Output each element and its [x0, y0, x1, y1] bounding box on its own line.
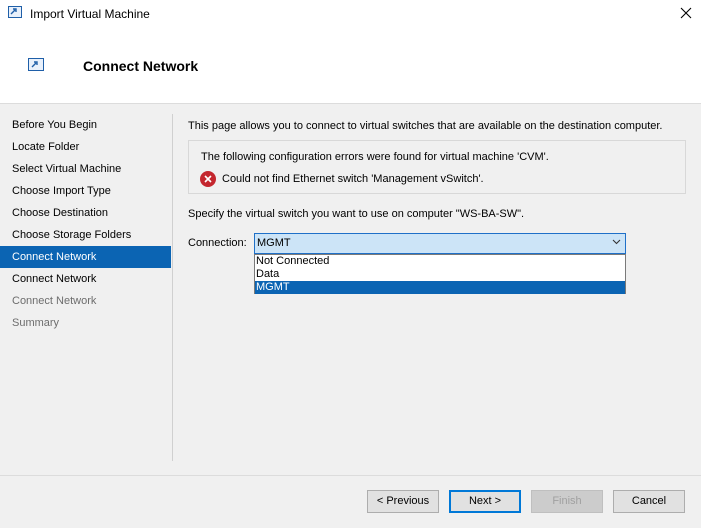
- wizard-footer: < Previous Next > Finish Cancel: [0, 475, 701, 528]
- import-vm-icon: [28, 58, 44, 71]
- nav-item-connect-network[interactable]: Connect Network: [0, 268, 171, 290]
- specify-switch-text: Specify the virtual switch you want to u…: [188, 208, 525, 220]
- nav-item-connect-network-disabled: Connect Network: [12, 295, 97, 307]
- error-message: The following configuration errors were …: [201, 151, 549, 163]
- nav-item-choose-destination[interactable]: Choose Destination: [0, 202, 171, 224]
- window-title: Import Virtual Machine: [30, 7, 150, 21]
- finish-button: Finish: [531, 490, 603, 513]
- title-bar: Import Virtual Machine: [0, 0, 701, 28]
- connection-select-value: MGMT: [257, 237, 291, 249]
- step-navigation: Before You Begin Locate Folder Select Vi…: [0, 114, 171, 334]
- chevron-down-icon: [612, 239, 621, 245]
- dropdown-option-not-connected[interactable]: Not Connected: [255, 255, 625, 268]
- wizard-header: Connect Network: [0, 28, 701, 104]
- divider: [172, 114, 173, 461]
- nav-item-summary: Summary: [12, 317, 60, 329]
- import-vm-icon: [8, 6, 22, 18]
- error-detail: Could not find Ethernet switch 'Manageme…: [222, 173, 484, 185]
- connection-select[interactable]: MGMT: [254, 233, 626, 254]
- dropdown-option-data[interactable]: Data: [255, 268, 625, 281]
- wizard-body: Before You Begin Locate Folder Select Vi…: [0, 104, 701, 475]
- connection-label: Connection:: [188, 237, 247, 249]
- connection-dropdown-list: Not Connected Data MGMT: [254, 254, 626, 294]
- page-title: Connect Network: [83, 58, 199, 74]
- nav-item-choose-import-type[interactable]: Choose Import Type: [0, 180, 171, 202]
- nav-item-before-you-begin[interactable]: Before You Begin: [0, 114, 171, 136]
- previous-button[interactable]: < Previous: [367, 490, 439, 513]
- nav-item-locate-folder[interactable]: Locate Folder: [0, 136, 171, 158]
- nav-item-select-virtual-machine[interactable]: Select Virtual Machine: [0, 158, 171, 180]
- error-box: The following configuration errors were …: [188, 140, 686, 194]
- error-icon: [200, 171, 216, 187]
- close-icon: [680, 7, 692, 19]
- next-button[interactable]: Next >: [449, 490, 521, 513]
- close-button[interactable]: [671, 0, 701, 28]
- dropdown-option-mgmt[interactable]: MGMT: [255, 281, 625, 294]
- page-description: This page allows you to connect to virtu…: [188, 120, 663, 132]
- cancel-button[interactable]: Cancel: [613, 490, 685, 513]
- nav-item-choose-storage-folders[interactable]: Choose Storage Folders: [0, 224, 171, 246]
- nav-item-connect-network-selected[interactable]: Connect Network: [0, 246, 171, 268]
